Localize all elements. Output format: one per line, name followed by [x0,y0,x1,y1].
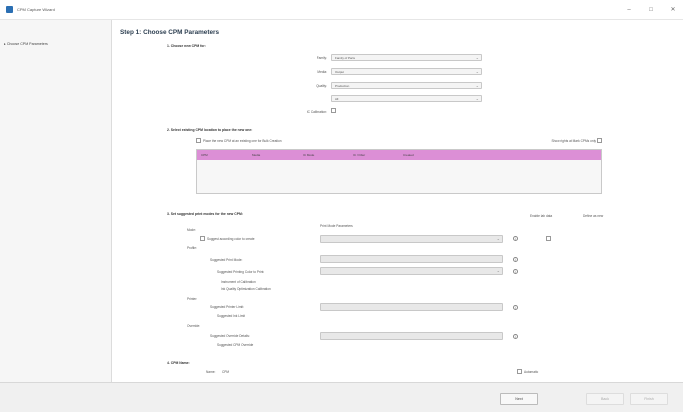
wizard-footer [0,382,683,412]
app-icon [6,6,13,13]
media-dropdown[interactable]: Output ⌄ [331,68,482,75]
suggested-override-details-label: Suggested Override Details: [210,334,250,338]
cpm-name-value[interactable]: CPM [222,370,229,374]
suggested-cpm-override-label: Suggested CPM Override [217,343,254,347]
ic-calibration-checkbox[interactable] [331,108,336,113]
define-as-new-header: Define as new [583,214,604,218]
show-rights-checkbox[interactable] [597,138,602,143]
grid-col-created[interactable]: Created [403,153,414,157]
section2-title: 2. Select existing CPM location to place… [167,128,253,132]
close-button[interactable]: ✕ [666,5,680,15]
printer-label: Printer: [187,297,198,301]
media-label: Media: [317,70,327,74]
media-value: Output [335,70,345,74]
suggested-printer-limit-field[interactable] [320,303,503,311]
grid-col-ic-filter[interactable]: IC / Filter [353,153,365,157]
suggested-ink-limit-label: Suggested Ink Limit [217,314,245,318]
ink-quality-label: Ink Quality Optimization Calibration [221,287,271,291]
chevron-down-icon: ⌄ [475,96,479,101]
print-mode-params-header: Print Mode Parameters [320,224,353,228]
automatic-label: Automatic [524,370,539,374]
mode-label: Mode: [187,228,196,232]
suggested-print-mode-label: Suggested Print Mode: [210,258,243,262]
quality-dropdown[interactable]: Production ⌄ [331,82,482,89]
finish-button[interactable]: Finish [630,393,668,405]
back-button[interactable]: Back [586,393,624,405]
suggested-printing-color-field[interactable]: ⌄ [320,267,503,275]
profile-label: Profile: [187,246,197,250]
grid-col-ic-mode[interactable]: IC Mode [303,153,314,157]
window-titlebar: CPM Capture Wizard – □ ✕ [0,0,683,20]
page-title: Step 1: Choose CPM Parameters [120,29,220,36]
window-title: CPM Capture Wizard [17,7,55,12]
maximize-button[interactable]: □ [644,5,658,15]
cpm-name-label: Name: [206,370,216,374]
chevron-down-icon: ⌄ [496,236,500,241]
cpm-location-grid[interactable]: CPM Media IC Mode IC / Filter Created [196,149,602,194]
bulk-creation-checkbox[interactable] [196,138,201,143]
family-value: Family of Parts [335,56,356,60]
chevron-down-icon: ⌄ [475,55,479,60]
extra-value: All [335,97,339,101]
wizard-sidebar [0,20,112,382]
enable-lab-data-checkbox[interactable] [546,236,551,241]
minimize-button[interactable]: – [622,5,636,15]
suggest-color-label: Suggest according color to create [207,237,255,241]
suggested-printing-color-label: Suggested Printing Color to Print: [217,270,265,274]
suggest-color-field[interactable]: ⌄ [320,235,503,243]
info-icon[interactable]: i [513,269,518,274]
section1-title: 1. Choose new CPM for: [167,44,206,48]
info-icon[interactable]: i [513,334,518,339]
quality-label: Quality: [316,84,327,88]
chevron-down-icon: ⌄ [475,83,479,88]
family-dropdown[interactable]: Family of Parts ⌄ [331,54,482,61]
sidebar-item-choose-cpm-parameters[interactable]: ▸ Choose CPM Parameters [4,42,109,48]
bulk-creation-label: Place the new CPM at an existing one for… [203,139,282,143]
ic-calibration-label: IC Calibration: [306,110,327,114]
section3-title: 3. Set suggested print modes for the new… [167,212,243,216]
grid-header: CPM Media IC Mode IC / Filter Created [197,150,601,160]
suggested-print-mode-field[interactable] [320,255,503,263]
automatic-checkbox[interactable] [517,369,522,374]
sidebar-item-label: Choose CPM Parameters [6,42,48,46]
grid-col-media[interactable]: Media [252,153,260,157]
family-label: Family: [316,56,327,60]
quality-value: Production [335,84,350,88]
next-button[interactable]: Next [500,393,538,405]
info-icon[interactable]: i [513,305,518,310]
enable-lab-data-header: Enable lab data [530,214,553,218]
grid-col-cpm[interactable]: CPM [201,153,208,157]
extra-dropdown[interactable]: All ⌄ [331,95,482,102]
chevron-down-icon: ⌄ [475,69,479,74]
override-label: Override: [187,324,201,328]
suggest-color-checkbox[interactable] [200,236,205,241]
chevron-down-icon: ⌄ [496,268,500,273]
show-rights-label: Show rights at Mark CPMs only [551,139,596,143]
instrument-calibration-label: Instrument of Calibration [221,280,256,284]
suggested-printer-limit-label: Suggested Printer Limit: [210,305,245,309]
info-icon[interactable]: i [513,236,518,241]
section4-title: 4. CPM Name: [167,361,190,365]
info-icon[interactable]: i [513,257,518,262]
suggested-override-field[interactable] [320,332,503,340]
